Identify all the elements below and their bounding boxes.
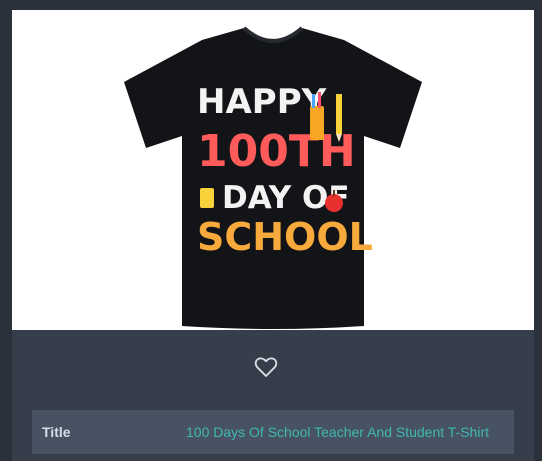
tshirt-body [124,28,422,329]
detail-row-title: Title 100 Days Of School Teacher And Stu… [32,410,514,454]
print-line-100th: 100TH [197,126,356,177]
product-title-link[interactable]: 100 Days Of School Teacher And Student T… [186,424,489,440]
notebook-icon [200,188,214,208]
detail-label: Title [42,424,71,440]
product-image[interactable]: HAPPY 100TH DAY OF SCHOOL [12,10,534,330]
print-line-school: SCHOOL [197,215,373,259]
product-card: HAPPY 100TH DAY OF SCHOOL Title 100 Days… [12,10,534,461]
heart-outline-icon [254,357,278,377]
tshirt-image: HAPPY 100TH DAY OF SCHOOL [124,26,422,329]
print-line-happy: HAPPY [197,82,327,122]
like-button[interactable] [254,356,278,378]
